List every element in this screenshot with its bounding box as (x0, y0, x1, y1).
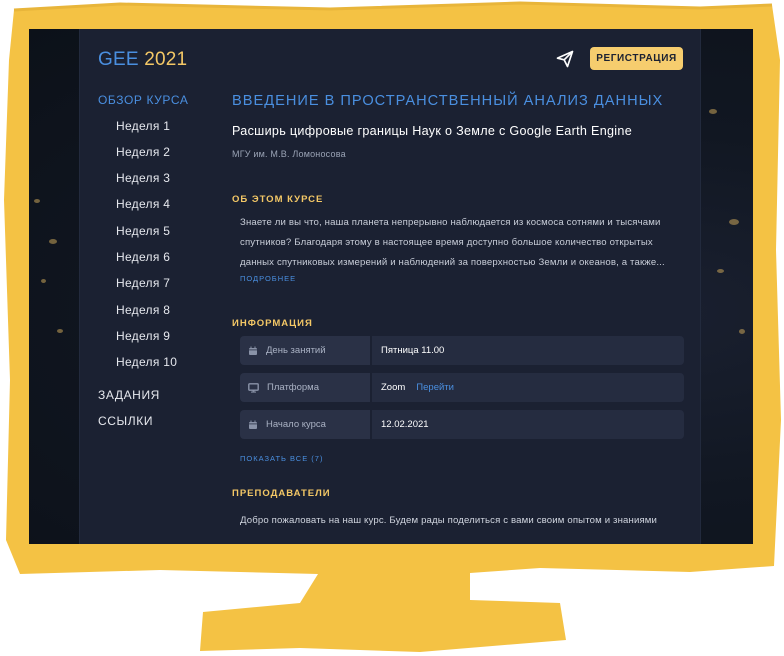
course-subtitle: Расширь цифровые границы Наук о Земле с … (232, 124, 633, 138)
info-label-platform: Платформа (267, 382, 319, 393)
info-label-cell: День занятий (240, 336, 370, 365)
sidebar-week-8[interactable]: Неделя 8 (116, 303, 170, 317)
sidebar-week-5[interactable]: Неделя 5 (116, 224, 170, 238)
info-label-cell: Начало курса (240, 410, 370, 439)
info-value-day: Пятница 11.00 (372, 336, 684, 365)
info-row-day: День занятий Пятница 11.00 (240, 336, 684, 365)
about-line: спутников? Благодаря этому в настоящее в… (240, 237, 653, 248)
city-light (709, 109, 717, 114)
sidebar-week-6[interactable]: Неделя 6 (116, 250, 170, 264)
sidebar-links[interactable]: ССЫЛКИ (98, 414, 153, 428)
sidebar-week-2[interactable]: Неделя 2 (116, 145, 170, 159)
info-row-platform: Платформа Zoom Перейти (240, 373, 684, 402)
info-label-day: День занятий (266, 345, 326, 356)
about-line: данных спутниковых измерений и наблюдени… (240, 257, 665, 268)
calendar-icon (249, 346, 257, 355)
info-value-start: 12.02.2021 (372, 410, 684, 439)
info-label-start: Начало курса (266, 419, 326, 430)
sidebar-week-1[interactable]: Неделя 1 (116, 119, 170, 133)
city-light (739, 329, 745, 334)
info-heading: ИНФОРМАЦИЯ (232, 318, 313, 329)
about-description: Знаете ли вы что, наша планета непрерывн… (240, 213, 680, 273)
city-light (57, 329, 63, 333)
sidebar-week-10[interactable]: Неделя 10 (116, 355, 177, 369)
monitor-icon (248, 382, 259, 393)
info-row-start: Начало курса 12.02.2021 (240, 410, 684, 439)
sidebar-week-9[interactable]: Неделя 9 (116, 329, 170, 343)
about-heading: ОБ ЭТОМ КУРСЕ (232, 194, 324, 205)
logo[interactable]: GEE 2021 (98, 49, 187, 71)
sidebar-week-4[interactable]: Неделя 4 (116, 197, 170, 211)
course-title: ВВЕДЕНИЕ В ПРОСТРАНСТВЕННЫЙ АНАЛИЗ ДАННЫ… (232, 93, 664, 109)
teachers-heading: ПРЕПОДАВАТЕЛИ (232, 488, 331, 499)
logo-year: 2021 (144, 49, 188, 70)
read-more-link[interactable]: ПОДРОБНЕЕ (240, 274, 296, 283)
info-value-platform: Zoom Перейти (372, 373, 684, 402)
show-all-link[interactable]: ПОКАЗАТЬ ВСЕ (7) (240, 454, 323, 463)
info-label-cell: Платформа (240, 373, 370, 402)
sidebar-tasks[interactable]: ЗАДАНИЯ (98, 388, 160, 402)
about-line: Знаете ли вы что, наша планета непрерывн… (240, 217, 661, 228)
sidebar-course-overview[interactable]: ОБЗОР КУРСА (98, 93, 188, 107)
calendar-icon (249, 420, 257, 429)
sidebar-week-7[interactable]: Неделя 7 (116, 276, 170, 290)
telegram-send-icon[interactable] (555, 49, 575, 69)
university-name: МГУ им. М.В. Ломоносова (232, 149, 346, 159)
city-light (34, 199, 40, 203)
city-light (729, 219, 739, 225)
teachers-intro: Добро пожаловать на наш курс. Будем рады… (240, 515, 658, 526)
city-light (41, 279, 46, 283)
platform-name: Zoom (381, 382, 406, 393)
register-button[interactable]: РЕГИСТРАЦИЯ (590, 47, 683, 70)
city-light (717, 269, 724, 273)
course-page: GEE 2021 РЕГИСТРАЦИЯ ОБЗОР КУРСА Неделя … (79, 29, 701, 544)
sidebar-week-3[interactable]: Неделя 3 (116, 171, 170, 185)
logo-gee: GEE (98, 49, 139, 70)
monitor-screen: GEE 2021 РЕГИСТРАЦИЯ ОБЗОР КУРСА Неделя … (29, 29, 753, 544)
platform-join-link[interactable]: Перейти (416, 382, 454, 393)
city-light (49, 239, 57, 244)
